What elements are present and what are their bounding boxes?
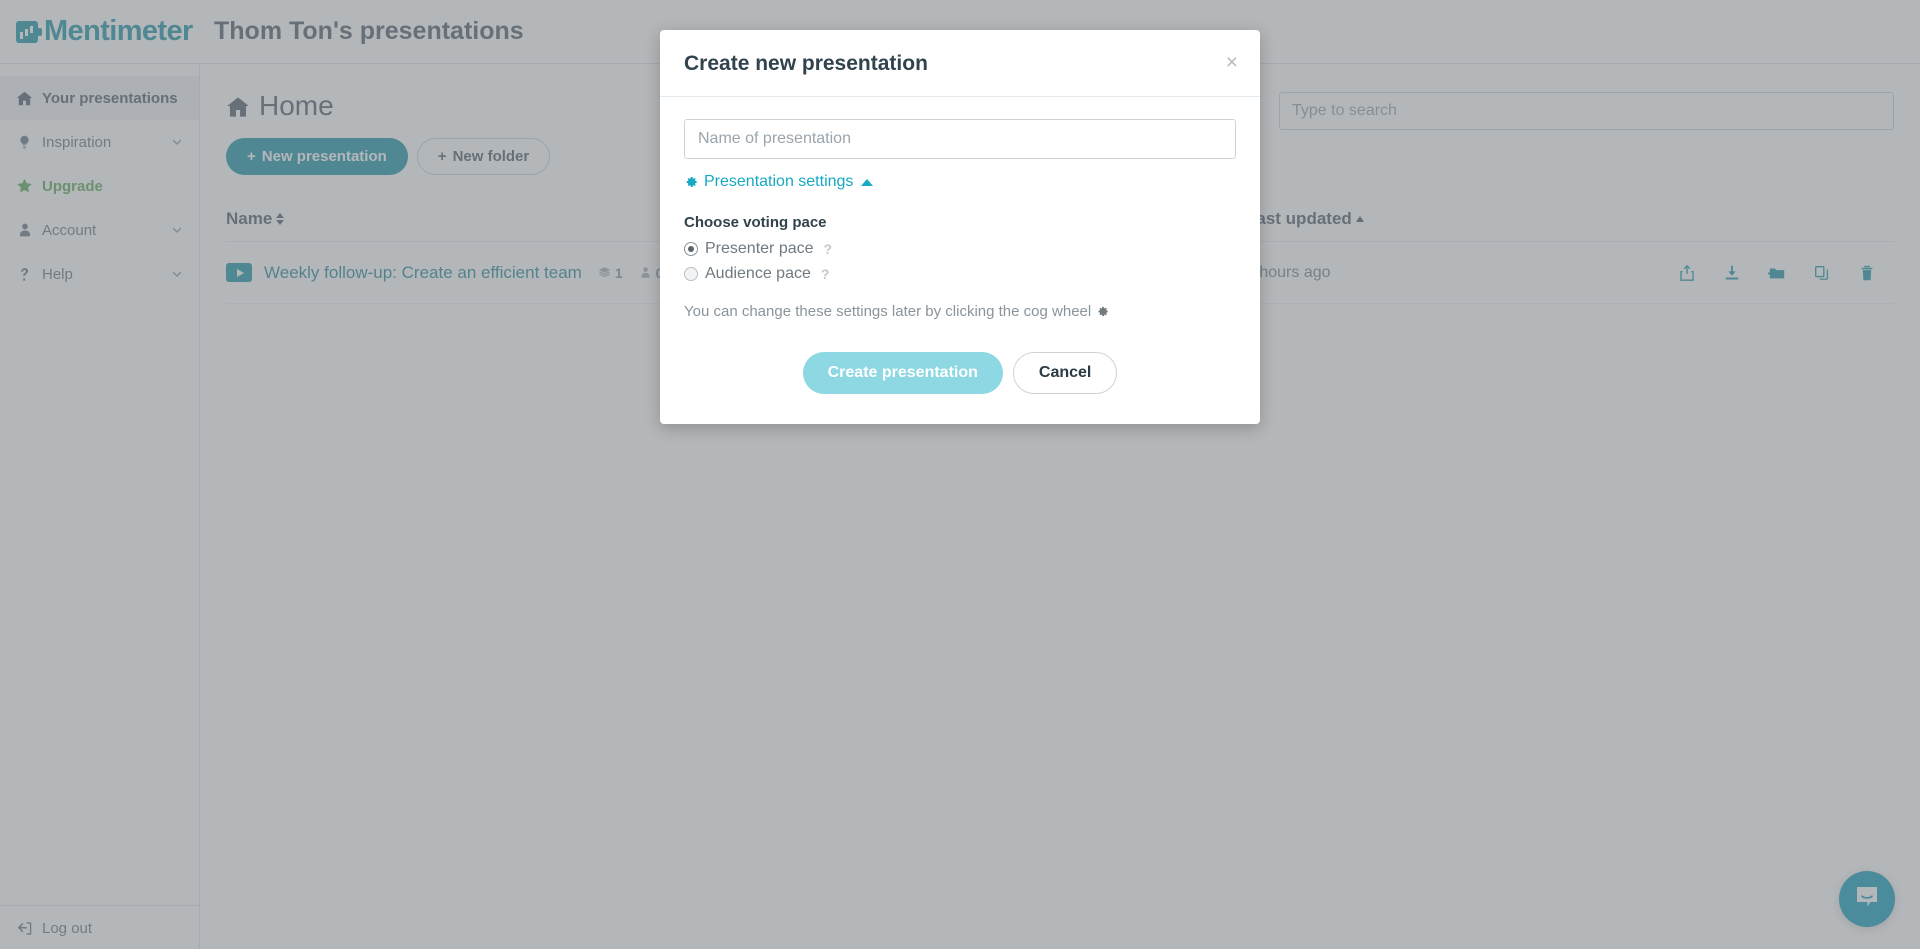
help-tooltip-icon[interactable]: ?: [821, 266, 830, 282]
radio-presenter-pace[interactable]: [684, 242, 698, 256]
cancel-button[interactable]: Cancel: [1012, 352, 1118, 394]
modal-body: Presentation settings Choose voting pace…: [660, 97, 1260, 326]
modal-title: Create new presentation: [684, 52, 928, 75]
modal-footer: Create presentation Cancel: [660, 326, 1260, 424]
presentation-settings-label: Presentation settings: [704, 173, 854, 190]
radio-label: Audience pace: [705, 265, 811, 282]
cog-icon: [1096, 305, 1109, 318]
presentation-settings-toggle[interactable]: Presentation settings: [684, 173, 874, 191]
chevron-up-icon: [861, 178, 874, 186]
presentation-name-input[interactable]: [684, 119, 1236, 159]
create-presentation-modal: Create new presentation × Presentation s…: [660, 30, 1260, 424]
settings-hint: You can change these settings later by c…: [684, 303, 1236, 320]
app-page: Mentimeter Thom Ton's presentations Your…: [0, 0, 1920, 949]
create-presentation-button[interactable]: Create presentation: [802, 352, 1003, 394]
help-tooltip-icon[interactable]: ?: [824, 241, 833, 257]
settings-hint-text: You can change these settings later by c…: [684, 303, 1092, 320]
radio-label: Presenter pace: [705, 240, 814, 257]
close-icon[interactable]: ×: [1226, 52, 1238, 73]
modal-header: Create new presentation ×: [660, 30, 1260, 97]
radio-audience-pace[interactable]: [684, 267, 698, 281]
voting-pace-heading: Choose voting pace: [684, 214, 827, 231]
presentation-settings-panel: Choose voting pace Presenter pace ? Audi…: [684, 214, 1236, 320]
cog-icon: [684, 175, 698, 189]
radio-option-audience-pace[interactable]: Audience pace ?: [684, 265, 1236, 283]
radio-option-presenter-pace[interactable]: Presenter pace ?: [684, 240, 1236, 258]
